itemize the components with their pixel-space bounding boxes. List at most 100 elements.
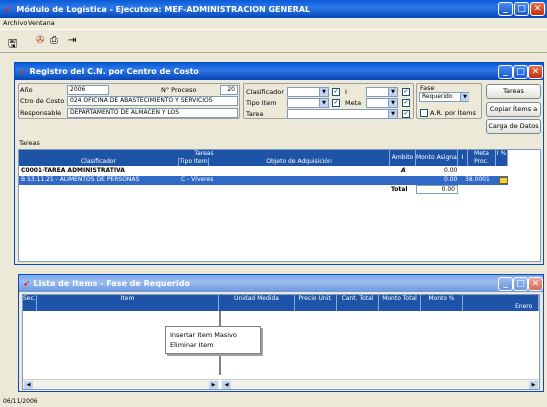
row-monto: 0.00 bbox=[444, 167, 458, 174]
registro-close-button[interactable]: ✕ bbox=[528, 65, 543, 79]
anio-field[interactable]: 2006 bbox=[67, 85, 109, 95]
tarea-checkbox[interactable]: ✓ bbox=[402, 110, 410, 118]
registro-maximize-button[interactable]: □ bbox=[513, 65, 528, 79]
status-bar: 06/11/2006 bbox=[0, 397, 547, 407]
items-header-sec: Sec. bbox=[23, 295, 37, 311]
table-row[interactable]: B 53.11.21 - ALIMENTOS DE PERSONAS C - V… bbox=[19, 176, 508, 185]
exit-icon[interactable]: ⇥ bbox=[68, 35, 76, 46]
context-menu-insertar[interactable]: Insertar Item Masivo bbox=[166, 330, 260, 340]
grid-header-tipo: Tipo Item bbox=[179, 158, 209, 166]
tarea-combo[interactable]: ▼ bbox=[287, 109, 398, 119]
app-minimize-button[interactable]: _ bbox=[498, 2, 513, 16]
items-maximize-button[interactable]: □ bbox=[513, 277, 528, 291]
chevron-down-icon[interactable]: ▼ bbox=[460, 93, 469, 101]
scroll-right-icon[interactable]: ▶ bbox=[529, 381, 538, 389]
items-hscroll-right[interactable]: ◀ ▶ bbox=[221, 379, 539, 389]
items-header-monto: Monto Total bbox=[379, 295, 421, 311]
app-title: Módulo de Logística - Ejecutora: MEF-ADM… bbox=[16, 4, 311, 14]
items-logo-icon: ➹ bbox=[23, 278, 31, 289]
registro-logo-icon: ➹ bbox=[19, 66, 27, 77]
items-minimize-button[interactable]: _ bbox=[498, 277, 513, 291]
items-header-item: Item bbox=[37, 295, 219, 311]
clasif-combo[interactable]: ▼ bbox=[287, 87, 329, 97]
items-header-precio: Precio Unit. bbox=[295, 295, 337, 311]
ccosto-field[interactable]: 024 OFICINA DE ABASTECIMIENTO Y SERVICIO… bbox=[67, 96, 238, 106]
items-header-unidad: Unidad Medida bbox=[219, 295, 295, 311]
registro-window: ➹ Registro del C.N. por Centro de Costo … bbox=[14, 62, 544, 265]
app-titlebar: ➹ Módulo de Logística - Ejecutora: MEF-A… bbox=[0, 0, 547, 18]
grid-header-ipct: I % bbox=[496, 150, 508, 166]
nro-label: N° Proceso bbox=[161, 86, 197, 94]
row-tipo: C - Víveres bbox=[181, 176, 214, 183]
i-label: I bbox=[345, 88, 347, 96]
meta-combo[interactable]: ▼ bbox=[366, 98, 398, 108]
azero-checkbox[interactable] bbox=[420, 109, 428, 117]
grid-header-i: I bbox=[458, 150, 468, 166]
ccosto-label: Ctro de Costo bbox=[20, 97, 65, 105]
chevron-down-icon[interactable]: ▼ bbox=[388, 99, 397, 107]
grid-group-header: Tareas bbox=[19, 150, 390, 158]
items-hscroll-left[interactable]: ◀ ▶ bbox=[23, 379, 219, 389]
grid-header-ambito: Ambito bbox=[390, 150, 416, 166]
items-header-cant: Cant. Total bbox=[337, 295, 379, 311]
registro-minimize-button[interactable]: _ bbox=[498, 65, 513, 79]
row-ambito: A bbox=[401, 167, 406, 174]
grid-header-monto: Monto Asignad bbox=[416, 150, 458, 166]
scroll-right-icon[interactable]: ▶ bbox=[209, 381, 218, 389]
resp-field[interactable]: DEPARTAMENTO DE ALMACEN Y LOS bbox=[67, 108, 238, 118]
items-close-button[interactable]: ✕ bbox=[528, 277, 543, 291]
anio-label: Año bbox=[20, 86, 33, 94]
chevron-down-icon[interactable]: ▼ bbox=[388, 88, 397, 96]
i-checkbox[interactable]: ✓ bbox=[402, 88, 410, 96]
carga-datos-button[interactable]: Carga de Datos bbox=[486, 119, 541, 134]
row-edit-icon[interactable] bbox=[499, 177, 508, 184]
row-meta: 38.0001 bbox=[465, 176, 490, 183]
meta-label: Meta bbox=[345, 99, 362, 107]
save-icon[interactable]: 🖫 bbox=[8, 35, 17, 54]
grid-header-clasificador: Clasificador bbox=[19, 158, 179, 166]
registro-titlebar: ➹ Registro del C.N. por Centro de Costo bbox=[15, 63, 543, 80]
items-window: ➹ Lista de Items - Fase de Requerido _ □… bbox=[18, 274, 544, 392]
items-subheader-enero: Enero bbox=[515, 303, 533, 310]
chevron-down-icon[interactable]: ▼ bbox=[388, 110, 397, 118]
app-close-button[interactable]: ✕ bbox=[530, 2, 545, 16]
registro-title: Registro del C.N. por Centro de Costo bbox=[29, 67, 199, 76]
items-header-montopct: Monto % bbox=[421, 295, 463, 311]
resp-label: Responsable bbox=[20, 109, 62, 117]
table-row[interactable]: C0001-TAREA ADMINISTRATIVA A 0.00 bbox=[19, 167, 508, 176]
app-maximize-button[interactable]: □ bbox=[514, 2, 529, 16]
nro-field[interactable]: 20 bbox=[220, 85, 238, 95]
tarea-label: Tarea bbox=[246, 110, 264, 118]
menu-archivo[interactable]: Archivo bbox=[3, 19, 27, 27]
items-titlebar: ➹ Lista de Items - Fase de Requerido bbox=[19, 275, 543, 292]
clasif-label: Clasificador bbox=[246, 88, 284, 96]
row-monto: 0.00 bbox=[444, 176, 458, 183]
items-title: Lista de Items - Fase de Requerido bbox=[33, 279, 190, 288]
copiar-items-button[interactable]: Copiar Ítems a bbox=[486, 102, 541, 117]
grid-header-objeto: Objeto de Adquisición bbox=[209, 158, 390, 166]
i-combo[interactable]: ▼ bbox=[366, 87, 398, 97]
menu-ventana[interactable]: Ventana bbox=[28, 19, 55, 27]
meta-checkbox[interactable]: ✓ bbox=[402, 99, 410, 107]
context-menu: Insertar Item Masivo Eliminar Item bbox=[165, 326, 261, 354]
items-grid: Sec. Item Unidad Medida Precio Unit. Can… bbox=[22, 294, 540, 390]
clasif-checkbox[interactable]: ✓ bbox=[332, 88, 340, 96]
fase-label: Fase bbox=[420, 84, 435, 92]
print-icon[interactable]: ⎙ bbox=[50, 35, 58, 46]
chevron-down-icon[interactable]: ▼ bbox=[319, 99, 328, 107]
tareas-button[interactable]: Tareas bbox=[486, 84, 541, 99]
find-icon[interactable]: ✇ bbox=[36, 35, 44, 46]
tipo-combo[interactable]: ▼ bbox=[287, 98, 329, 108]
context-menu-eliminar[interactable]: Eliminar Item bbox=[166, 340, 260, 350]
chevron-down-icon[interactable]: ▼ bbox=[319, 88, 328, 96]
grid-header-meta: Meta Proc. bbox=[468, 150, 496, 166]
scroll-left-icon[interactable]: ◀ bbox=[222, 381, 231, 389]
total-field: 0.00 bbox=[416, 185, 458, 194]
status-text: 06/11/2006 bbox=[3, 398, 38, 405]
app-logo-icon: ➹ bbox=[4, 3, 13, 15]
tipo-checkbox[interactable]: ✓ bbox=[332, 99, 340, 107]
toolbar: 🖫 ✇ ⎙ ⇥ bbox=[0, 29, 547, 53]
row-clasificador: C0001-TAREA ADMINISTRATIVA bbox=[21, 167, 125, 174]
scroll-left-icon[interactable]: ◀ bbox=[24, 381, 33, 389]
menu-bar: Archivo Ventana bbox=[0, 18, 547, 28]
